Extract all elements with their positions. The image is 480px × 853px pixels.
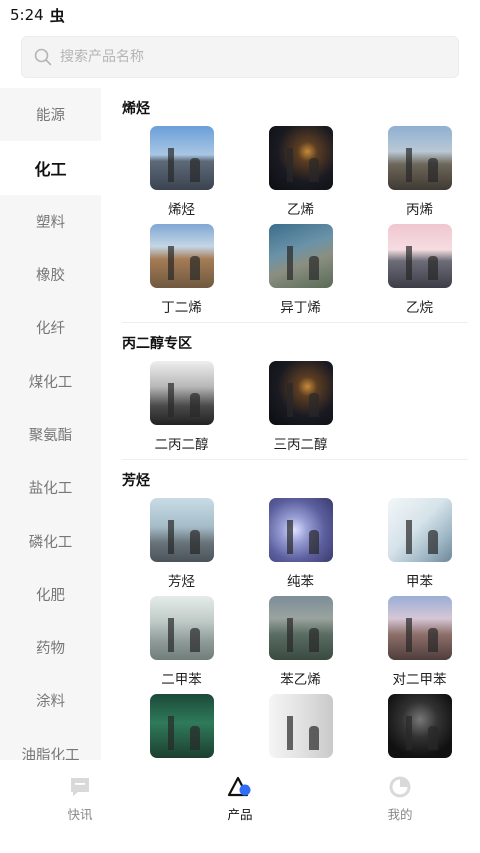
triangle-product-icon [227, 776, 251, 797]
product-label: 芳烃 [168, 574, 195, 590]
product-item[interactable]: 丁二烯 [122, 224, 241, 316]
product-item[interactable]: 异丁烯 [241, 224, 360, 316]
sidebar-item[interactable]: 药物 [0, 621, 101, 674]
product-item[interactable]: 对二甲苯 [360, 596, 479, 688]
sidebar-item[interactable]: 化纤 [0, 301, 101, 354]
tab-products-label: 产品 [227, 807, 253, 822]
product-section: 芳烃 芳烃 纯苯 甲苯 二甲苯 苯乙烯 对二甲苯 [122, 459, 468, 760]
product-thumbnail [387, 694, 452, 758]
product-item[interactable] [122, 694, 241, 760]
section-title: 芳烃 [122, 473, 150, 489]
product-label: 甲苯 [406, 574, 433, 590]
product-label: 二丙二醇 [154, 437, 209, 453]
product-thumbnail [387, 126, 452, 190]
product-thumbnail [149, 361, 214, 425]
product-label: 丁二烯 [161, 300, 202, 316]
product-thumbnail [268, 498, 333, 562]
product-item[interactable]: 乙烷 [360, 224, 479, 316]
search-bar[interactable] [21, 36, 459, 78]
product-item[interactable]: 三丙二醇 [241, 361, 360, 453]
category-sidebar: 能源 化工 塑料 橡胶 化纤 煤化工 聚氨酯 盐化工 磷化工 化肥 药物 涂料 油脂化工 [0, 88, 101, 760]
product-item[interactable] [241, 694, 360, 760]
tab-mine-label: 我的 [387, 807, 413, 822]
product-label: 丙烯 [406, 202, 433, 218]
product-thumbnail [268, 694, 333, 758]
search-input[interactable] [60, 49, 440, 65]
section-title: 烯烃 [122, 101, 150, 117]
tab-news-label: 快讯 [67, 807, 93, 822]
sidebar-item[interactable]: 磷化工 [0, 514, 101, 567]
status-bar: 5:24 虫 [0, 0, 480, 30]
product-item[interactable]: 烯烃 [122, 126, 241, 218]
product-thumbnail [387, 224, 452, 288]
sidebar-item[interactable]: 橡胶 [0, 248, 101, 301]
tab-products[interactable]: 产品 [160, 760, 320, 853]
profile-ring-icon [389, 776, 411, 798]
section-title: 丙二醇专区 [122, 336, 192, 352]
product-item[interactable]: 乙烯 [241, 126, 360, 218]
product-label: 乙烷 [406, 300, 433, 316]
sidebar-item[interactable]: 盐化工 [0, 461, 101, 514]
product-grid: 烯烃 乙烯 丙烯丁二烯 异丁烯 乙烷 [122, 126, 468, 316]
sidebar-item[interactable]: 煤化工 [0, 354, 101, 407]
sidebar-item[interactable]: 涂料 [0, 674, 101, 727]
product-label: 异丁烯 [280, 300, 321, 316]
product-label: 烯烃 [168, 202, 195, 218]
product-label: 纯苯 [287, 574, 314, 590]
product-thumbnail [387, 498, 452, 562]
product-thumbnail [149, 694, 214, 758]
sidebar-item[interactable]: 化工 [0, 141, 101, 195]
product-item[interactable]: 芳烃 [122, 498, 241, 590]
product-item[interactable]: 二甲苯 [122, 596, 241, 688]
sidebar-item[interactable]: 塑料 [0, 195, 101, 248]
product-thumbnail [387, 596, 452, 660]
product-thumbnail [268, 361, 333, 425]
product-item[interactable]: 纯苯 [241, 498, 360, 590]
product-label: 对二甲苯 [392, 672, 447, 688]
product-label: 三丙二醇 [273, 437, 328, 453]
product-thumbnail [268, 224, 333, 288]
search-icon [34, 48, 52, 66]
tab-news[interactable]: 快讯 [0, 760, 160, 853]
product-thumbnail [268, 596, 333, 660]
product-thumbnail [149, 498, 214, 562]
product-label: 乙烯 [287, 202, 314, 218]
product-grid: 芳烃 纯苯 甲苯二甲苯 苯乙烯 对二甲苯 [122, 498, 468, 760]
sidebar-item[interactable]: 能源 [0, 88, 101, 141]
product-item[interactable]: 苯乙烯 [241, 596, 360, 688]
product-thumbnail [149, 596, 214, 660]
product-item[interactable]: 二丙二醇 [122, 361, 241, 453]
sidebar-item[interactable]: 聚氨酯 [0, 408, 101, 461]
product-label: 苯乙烯 [280, 672, 321, 688]
status-time: 5:24 [10, 6, 44, 24]
notification-bug-icon: 虫 [49, 6, 65, 25]
product-section: 烯烃 烯烃 乙烯 丙烯 丁二烯 异丁烯 乙烷 [122, 88, 468, 316]
product-thumbnail [149, 126, 214, 190]
sidebar-item[interactable]: 化肥 [0, 568, 101, 621]
product-label: 二甲苯 [161, 672, 202, 688]
sidebar-item[interactable]: 油脂化工 [0, 728, 101, 760]
product-item[interactable]: 甲苯 [360, 498, 479, 590]
bottom-tab-bar: 快讯 产品 我的 [0, 760, 480, 853]
chat-icon [71, 778, 89, 796]
product-section: 丙二醇专区二丙二醇 三丙二醇 [122, 322, 468, 453]
product-item[interactable]: 丙烯 [360, 126, 479, 218]
tab-mine[interactable]: 我的 [320, 760, 480, 853]
product-list: 烯烃 烯烃 乙烯 丙烯 丁二烯 异丁烯 乙烷 丙二醇专区 二丙二醇 三丙二醇 芳烃 芳烃 纯苯 甲苯 二甲苯… [101, 88, 480, 760]
product-thumbnail [268, 126, 333, 190]
product-thumbnail [149, 224, 214, 288]
product-grid: 二丙二醇 三丙二醇 [122, 361, 468, 453]
product-item[interactable] [360, 694, 479, 760]
